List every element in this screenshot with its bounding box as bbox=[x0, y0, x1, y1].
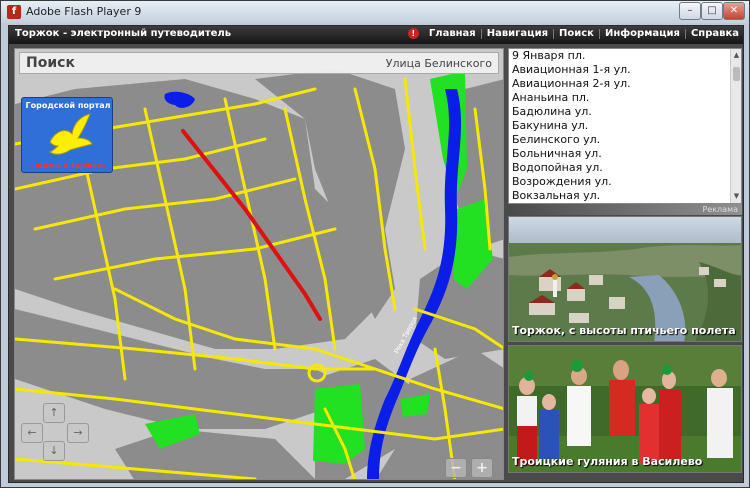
nav-item-help[interactable]: Справка bbox=[691, 28, 739, 39]
alert-icon[interactable]: ! bbox=[407, 28, 419, 39]
app-topbar: Торжок - электронный путеводитель ! Глав… bbox=[9, 26, 743, 44]
map-search-header: Поиск Улица Белинского bbox=[19, 52, 499, 74]
scroll-thumb[interactable] bbox=[733, 67, 740, 81]
list-item[interactable]: Белинского ул. bbox=[509, 133, 731, 147]
list-item[interactable]: Ананьина пл. bbox=[509, 91, 731, 105]
street-list-scrollbar[interactable]: ▲ ▼ bbox=[730, 49, 741, 203]
portal-title: Городской портал bbox=[25, 101, 111, 110]
ad-photo-aerial[interactable]: Торжок, с высоты птичьего полета bbox=[508, 216, 742, 342]
main-nav: ! Главная Навигация Поиск Информация Спр… bbox=[407, 28, 739, 39]
city-map[interactable]: Река Тверца Поиск Улица Белинского Город… bbox=[14, 48, 504, 480]
dove-icon bbox=[49, 113, 93, 155]
map-panel-title: Поиск bbox=[26, 55, 75, 71]
portal-slogan: «Жизнь в Торжке» bbox=[29, 162, 107, 170]
minimize-button[interactable]: – bbox=[679, 2, 701, 20]
guide-app: Торжок - электронный путеводитель ! Глав… bbox=[8, 25, 744, 483]
nav-item-home[interactable]: Главная bbox=[429, 28, 476, 39]
list-item[interactable]: Авиационная 2-я ул. bbox=[509, 77, 731, 91]
app-title: Торжок - электронный путеводитель bbox=[15, 28, 232, 39]
window-title: Adobe Flash Player 9 bbox=[26, 5, 142, 18]
pan-control: ↑ ← → ↓ bbox=[19, 403, 95, 463]
nav-item-search[interactable]: Поиск bbox=[559, 28, 594, 39]
pan-right-button[interactable]: → bbox=[67, 423, 89, 443]
list-item[interactable]: Больничная ул. bbox=[509, 147, 731, 161]
pan-down-button[interactable]: ↓ bbox=[43, 441, 65, 461]
zoom-out-button[interactable]: − bbox=[445, 458, 467, 478]
list-item[interactable]: Вокзальная ул. bbox=[509, 189, 731, 203]
scroll-up-icon[interactable]: ▲ bbox=[732, 51, 741, 60]
list-item[interactable]: Бакунина ул. bbox=[509, 119, 731, 133]
nav-item-navigation[interactable]: Навигация bbox=[487, 28, 548, 39]
photo-caption-aerial: Торжок, с высоты птичьего полета bbox=[512, 324, 736, 337]
close-button[interactable]: ✕ bbox=[723, 2, 745, 20]
portal-logo[interactable]: Городской портал «Жизнь в Торжке» bbox=[21, 97, 113, 173]
pan-left-button[interactable]: ← bbox=[21, 423, 43, 443]
nav-divider bbox=[480, 28, 482, 39]
nav-divider bbox=[598, 28, 600, 39]
photo-caption-festival: Троицкие гуляния в Василево bbox=[512, 455, 703, 468]
nav-item-info[interactable]: Информация bbox=[605, 28, 680, 39]
street-list-items: 9 Января пл. Авиационная 1-я ул. Авиацио… bbox=[509, 49, 731, 203]
list-item[interactable]: Бадюлина ул. bbox=[509, 105, 731, 119]
street-list[interactable]: 9 Января пл. Авиационная 1-я ул. Авиацио… bbox=[508, 48, 742, 204]
ad-label: Реклама bbox=[508, 204, 742, 215]
selected-street-label: Улица Белинского bbox=[385, 57, 492, 70]
window-titlebar[interactable]: f Adobe Flash Player 9 – □ ✕ bbox=[1, 1, 749, 23]
flash-app-icon: f bbox=[7, 5, 21, 19]
nav-divider bbox=[684, 28, 686, 39]
pan-up-button[interactable]: ↑ bbox=[43, 403, 65, 423]
list-item[interactable]: Возрождения ул. bbox=[509, 175, 731, 189]
festival-photo-image bbox=[509, 346, 741, 472]
maximize-button[interactable]: □ bbox=[701, 2, 723, 20]
list-item[interactable]: 9 Января пл. bbox=[509, 49, 731, 63]
nav-divider bbox=[553, 28, 554, 39]
zoom-in-button[interactable]: + bbox=[471, 458, 493, 478]
flash-player-window: f Adobe Flash Player 9 – □ ✕ Торжок - эл… bbox=[0, 0, 750, 488]
scroll-down-icon[interactable]: ▼ bbox=[732, 192, 741, 201]
list-item[interactable]: Авиационная 1-я ул. bbox=[509, 63, 731, 77]
list-item[interactable]: Водопойная ул. bbox=[509, 161, 731, 175]
ad-photo-festival[interactable]: Троицкие гуляния в Василево bbox=[508, 345, 742, 473]
